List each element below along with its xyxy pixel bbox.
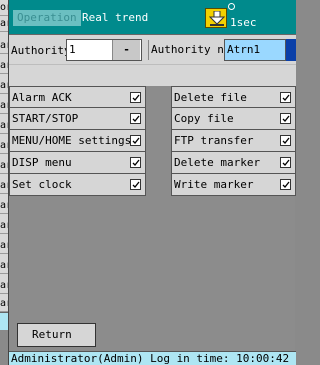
permission-item[interactable]: Copy file <box>171 108 296 130</box>
permission-column-left: Alarm ACK START/STOP MENU/HOME settings … <box>9 86 146 196</box>
checkmark-icon <box>132 137 140 144</box>
permission-item[interactable]: START/STOP <box>9 108 146 130</box>
permission-label: FTP transfer <box>174 134 254 147</box>
checkmark-icon <box>132 94 140 101</box>
authority-name-scroll-handle[interactable] <box>286 39 296 61</box>
permission-item[interactable]: Set clock <box>9 174 146 196</box>
permission-checkbox[interactable] <box>280 135 291 146</box>
permission-item[interactable]: Delete file <box>171 86 296 108</box>
authority-label: Authority <box>11 44 71 57</box>
permission-checkbox[interactable] <box>130 179 141 190</box>
permission-grid: Alarm ACK START/STOP MENU/HOME settings … <box>9 86 296 198</box>
checkmark-icon <box>282 137 290 144</box>
permission-checkbox[interactable] <box>130 135 141 146</box>
permission-label: Set clock <box>12 178 72 191</box>
permission-label: Delete marker <box>174 156 261 169</box>
permission-label: Delete file <box>174 91 247 104</box>
checkmark-icon <box>282 159 290 166</box>
permission-checkbox[interactable] <box>130 92 141 103</box>
authority-name-field[interactable]: Atrn1 <box>224 39 286 61</box>
permission-label: Write marker <box>174 178 254 191</box>
permission-checkbox[interactable] <box>280 113 291 124</box>
authority-settings-dialog: Operation Real trend 1sec Authority 1 - … <box>8 0 296 365</box>
permission-checkbox[interactable] <box>280 179 291 190</box>
permission-item[interactable]: Delete marker <box>171 152 296 174</box>
permission-checkbox[interactable] <box>280 92 291 103</box>
authority-bar: Authority 1 - Authority name Atrn1 <box>9 34 296 64</box>
permission-label: Alarm ACK <box>12 91 72 104</box>
permission-item[interactable]: Write marker <box>171 174 296 196</box>
scan-interval: 1sec <box>230 16 257 29</box>
permission-checkbox[interactable] <box>130 113 141 124</box>
permission-item[interactable]: Alarm ACK <box>9 86 146 108</box>
permission-label: Copy file <box>174 112 234 125</box>
permission-label: START/STOP <box>12 112 79 125</box>
permission-column-right: Delete file Copy file FTP transfer Delet… <box>171 86 296 196</box>
return-button[interactable]: Return <box>17 323 96 347</box>
checkmark-icon <box>282 181 290 188</box>
login-status-bar: Administrator(Admin) Log in time: 10:00:… <box>9 351 296 365</box>
checkmark-icon <box>132 159 140 166</box>
title-bar: Operation Real trend 1sec <box>9 0 296 34</box>
download-arrow-icon <box>205 8 227 28</box>
mode-tag: Operation <box>13 10 81 26</box>
separator-strip <box>9 64 296 86</box>
permission-item[interactable]: MENU/HOME settings <box>9 130 146 152</box>
permission-label: MENU/HOME settings <box>12 134 132 147</box>
checkmark-icon <box>282 115 290 122</box>
checkmark-icon <box>132 115 140 122</box>
permission-item[interactable]: DISP menu <box>9 152 146 174</box>
permission-checkbox[interactable] <box>130 157 141 168</box>
permission-checkbox[interactable] <box>280 157 291 168</box>
status-indicator-icon <box>228 3 235 10</box>
permission-item[interactable]: FTP transfer <box>171 130 296 152</box>
authority-dropdown-button[interactable]: - <box>112 40 140 60</box>
screen-title: Real trend <box>82 11 149 24</box>
permission-label: DISP menu <box>12 156 72 169</box>
checkmark-icon <box>132 181 140 188</box>
checkmark-icon <box>282 94 290 101</box>
